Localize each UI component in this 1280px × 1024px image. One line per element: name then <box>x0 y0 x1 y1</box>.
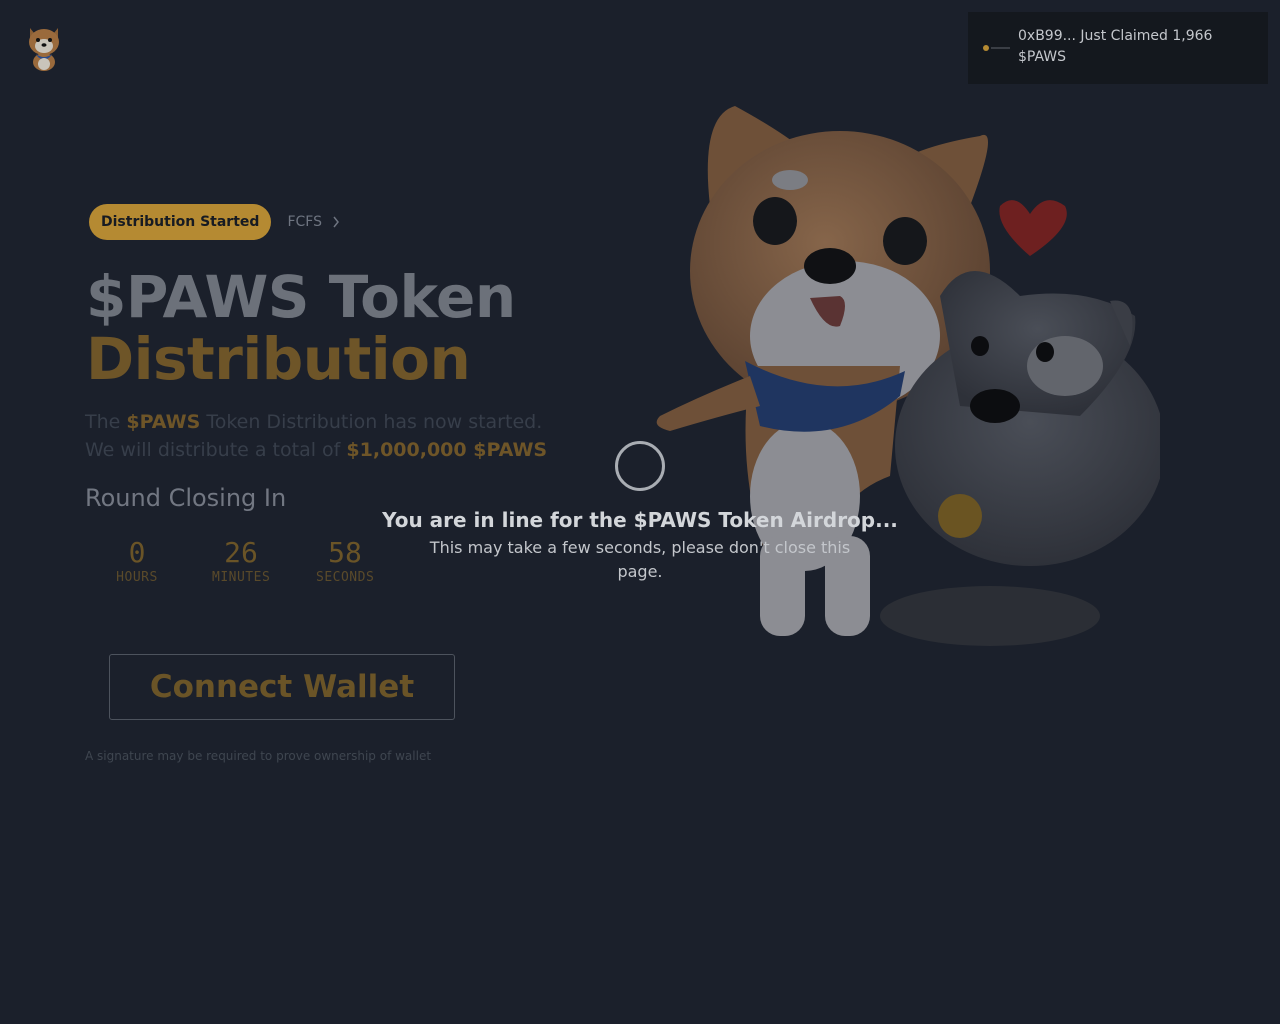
signature-note: A signature may be required to prove own… <box>85 749 432 763</box>
airdrop-page: 0xB99... Just Claimed 1,966 $PAWS Distri… <box>0 0 1280 1024</box>
countdown-timer: 0 HOURS 26 MINUTES 58 SECONDS <box>108 536 374 585</box>
shiba-dog-logo-icon[interactable] <box>24 24 64 72</box>
token-coin-icon <box>983 45 1010 51</box>
minutes-value: 26 <box>224 536 258 569</box>
shiba-and-dog-mascot-illustration <box>656 106 1160 646</box>
countdown-seconds: 58 SECONDS <box>316 536 374 585</box>
status-row: Distribution Started FCFS <box>89 204 340 240</box>
hours-value: 0 <box>128 536 146 569</box>
countdown-minutes: 26 MINUTES <box>212 536 270 585</box>
distribution-status-badge: Distribution Started <box>89 204 272 240</box>
desc-text: The <box>85 411 127 433</box>
desc-text: Token Distribution has now started. <box>200 411 543 433</box>
fcfs-link[interactable]: FCFS <box>287 214 340 230</box>
round-closing-label: Round Closing In <box>85 484 287 512</box>
distribution-description: The $PAWS Token Distribution has now sta… <box>85 408 645 464</box>
desc-text: We will distribute a total of <box>85 439 347 461</box>
hours-label: HOURS <box>116 570 158 585</box>
page-title: $PAWS Token Distribution <box>86 266 516 390</box>
title-line-1: $PAWS Token <box>86 263 516 331</box>
seconds-value: 58 <box>328 536 362 569</box>
title-line-2: Distribution <box>86 325 471 393</box>
seconds-label: SECONDS <box>316 570 375 585</box>
minutes-label: MINUTES <box>212 570 271 585</box>
fcfs-label: FCFS <box>287 214 322 230</box>
desc-amount: $1,000,000 $PAWS <box>346 439 548 461</box>
countdown-hours: 0 HOURS <box>108 536 166 585</box>
desc-token: $PAWS <box>126 411 201 433</box>
toast-message: 0xB99... Just Claimed 1,966 $PAWS <box>1018 28 1213 65</box>
chevron-right-icon <box>333 216 339 228</box>
claim-notification-toast: 0xB99... Just Claimed 1,966 $PAWS <box>968 12 1268 84</box>
connect-wallet-button[interactable]: Connect Wallet <box>109 654 455 720</box>
